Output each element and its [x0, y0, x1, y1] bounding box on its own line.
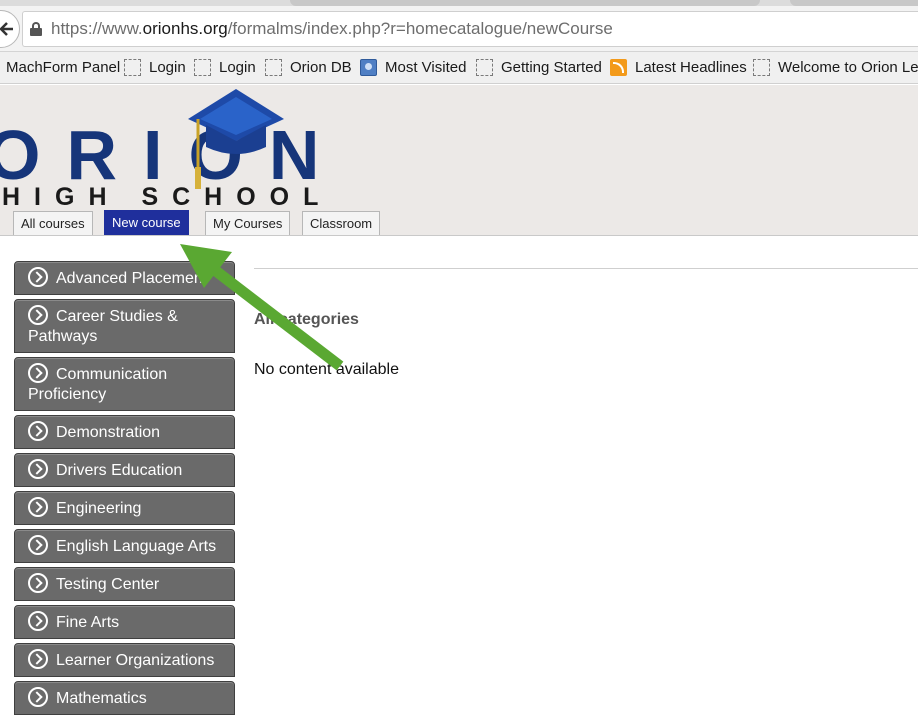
back-button[interactable] [0, 10, 20, 48]
category-testing-center[interactable]: Testing Center [14, 567, 235, 601]
category-label: Career Studies & Pathways [28, 308, 178, 345]
category-mathematics[interactable]: Mathematics [14, 681, 235, 715]
bookmark-label: Most Visited [385, 59, 467, 76]
dashed-page-icon [265, 59, 282, 76]
category-drivers-education[interactable]: Drivers Education [14, 453, 235, 487]
bookmark-label: MachForm Panel [6, 59, 121, 76]
content-divider [254, 268, 918, 269]
tab-all-courses[interactable]: All courses [13, 211, 93, 235]
category-label: Communication Proficiency [28, 366, 168, 403]
chevron-circle-icon [28, 267, 48, 287]
bookmark-login-2[interactable]: Login [194, 59, 256, 76]
dashed-page-icon [194, 59, 211, 76]
chevron-circle-icon [28, 649, 48, 669]
category-label: English Language Arts [56, 538, 217, 555]
bookmark-label: Login [219, 59, 256, 76]
category-learner-organizations[interactable]: Learner Organizations [14, 643, 235, 677]
bookmarks-toolbar: MachForm Panel Login Login Orion DB Most… [0, 52, 918, 84]
chevron-circle-icon [28, 305, 48, 325]
bookmark-latest-headlines[interactable]: Latest Headlines [610, 59, 747, 76]
category-label: Engineering [56, 500, 142, 517]
url-host: orionhs.org [142, 19, 228, 38]
bookmark-label: Welcome to Orion Le [778, 59, 918, 76]
bookmark-label: Latest Headlines [635, 59, 747, 76]
chevron-circle-icon [28, 687, 48, 707]
category-label: Fine Arts [56, 614, 120, 631]
url-prefix: https://www. [51, 19, 143, 38]
chevron-circle-icon [28, 497, 48, 517]
tab-new-course[interactable]: New course [104, 210, 189, 236]
logo-sub-text: HIGH SCHOOL [2, 183, 333, 211]
category-sidebar: Advanced Placement Career Studies & Path… [14, 261, 235, 719]
tab-my-courses[interactable]: My Courses [205, 211, 291, 235]
category-label: Advanced Placement [56, 270, 208, 287]
category-english-language-arts[interactable]: English Language Arts [14, 529, 235, 563]
tab-classroom[interactable]: Classroom [302, 211, 381, 235]
lock-icon [30, 22, 42, 36]
navigation-bar: https://www.orionhs.org/formalms/index.p… [0, 6, 918, 52]
chevron-circle-icon [28, 363, 48, 383]
url-text: https://www.orionhs.org/formalms/index.p… [51, 19, 613, 39]
empty-message: No content available [254, 361, 399, 378]
bookmark-welcome[interactable]: Welcome to Orion Le [753, 59, 918, 76]
chevron-circle-icon [28, 611, 48, 631]
category-career-studies[interactable]: Career Studies & Pathways [14, 299, 235, 353]
address-bar[interactable]: https://www.orionhs.org/formalms/index.p… [22, 11, 918, 47]
url-path: /formalms/index.php?r=homecatalogue/newC… [227, 19, 613, 38]
chevron-circle-icon [28, 573, 48, 593]
category-engineering[interactable]: Engineering [14, 491, 235, 525]
chevron-circle-icon [28, 421, 48, 441]
bookmark-label: Login [149, 59, 186, 76]
category-label: Testing Center [56, 576, 160, 593]
bookmark-orion-db[interactable]: Orion DB [265, 59, 352, 76]
categories-heading: All categories [254, 311, 359, 328]
bookmark-label: Orion DB [290, 59, 352, 76]
back-arrow-icon [0, 22, 13, 36]
dashed-page-icon [476, 59, 493, 76]
category-demonstration[interactable]: Demonstration [14, 415, 235, 449]
category-advanced-placement[interactable]: Advanced Placement [14, 261, 235, 295]
chevron-circle-icon [28, 459, 48, 479]
category-label: Learner Organizations [56, 652, 215, 669]
chevron-circle-icon [28, 535, 48, 555]
dashed-page-icon [753, 59, 770, 76]
tabs-divider [0, 235, 918, 236]
bookmark-label: Getting Started [501, 59, 602, 76]
category-communication-proficiency[interactable]: Communication Proficiency [14, 357, 235, 411]
bookmark-machform-panel[interactable]: MachForm Panel [6, 59, 120, 76]
globe-icon [360, 59, 377, 76]
category-fine-arts[interactable]: Fine Arts [14, 605, 235, 639]
bookmark-most-visited[interactable]: Most Visited [360, 59, 466, 76]
category-label: Demonstration [56, 424, 161, 441]
category-label: Drivers Education [56, 462, 183, 479]
category-label: Mathematics [56, 690, 147, 707]
dashed-page-icon [124, 59, 141, 76]
rss-icon [610, 59, 627, 76]
bookmark-login[interactable]: Login [124, 59, 186, 76]
bookmark-getting-started[interactable]: Getting Started [476, 59, 602, 76]
